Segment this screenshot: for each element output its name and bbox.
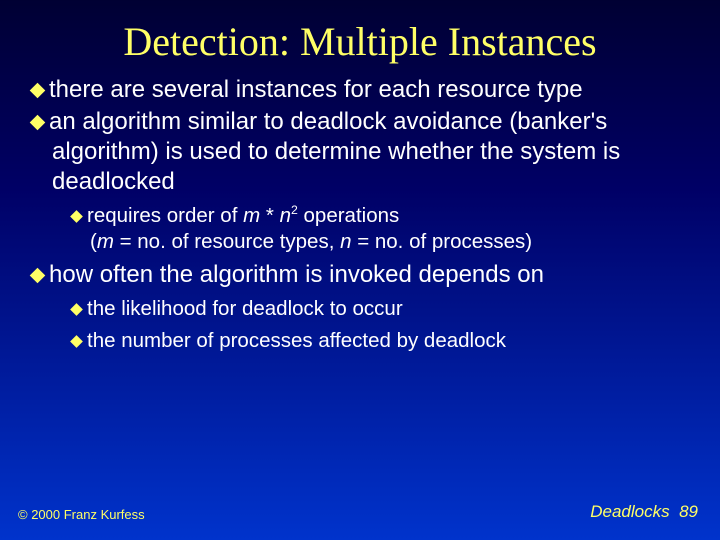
bullet-item: there are several instances for each res… bbox=[52, 75, 692, 105]
bullet-text: = no. of resource types, bbox=[114, 230, 340, 253]
bullet-text: requires order of bbox=[87, 204, 243, 227]
slide: Detection: Multiple Instances there are … bbox=[0, 0, 720, 540]
diamond-icon bbox=[70, 335, 83, 348]
bullet-item: an algorithm similar to deadlock avoidan… bbox=[52, 107, 692, 197]
slide-title: Detection: Multiple Instances bbox=[0, 0, 720, 75]
var-m: m bbox=[243, 204, 266, 227]
footer-pagenum: 89 bbox=[679, 502, 698, 521]
paren-open: ( bbox=[90, 230, 97, 253]
bullet-text: * bbox=[266, 204, 280, 227]
var-m: m bbox=[97, 230, 114, 253]
diamond-icon bbox=[70, 210, 83, 223]
diamond-icon bbox=[30, 83, 46, 99]
bullet-text: the likelihood for deadlock to occur bbox=[87, 297, 403, 320]
diamond-icon bbox=[30, 268, 46, 284]
bullet-text: the number of processes affected by dead… bbox=[87, 329, 506, 352]
footer-copyright: © 2000 Franz Kurfess bbox=[18, 507, 145, 522]
var-n: n bbox=[280, 204, 291, 227]
bullet-item: how often the algorithm is invoked depen… bbox=[52, 260, 692, 290]
bullet-text: = no. of processes) bbox=[352, 230, 533, 253]
footer-page: Deadlocks 89 bbox=[590, 502, 698, 522]
bullet-text: operations bbox=[298, 204, 399, 227]
sub-bullet-item: requires order of m * n2 operations (m =… bbox=[50, 203, 692, 254]
slide-content: there are several instances for each res… bbox=[0, 75, 720, 354]
bullet-text: there are several instances for each res… bbox=[49, 76, 583, 103]
exponent: 2 bbox=[291, 203, 298, 217]
bullet-text: an algorithm similar to deadlock avoidan… bbox=[49, 108, 620, 195]
diamond-icon bbox=[30, 115, 46, 131]
diamond-icon bbox=[70, 303, 83, 316]
sub-bullet-item: the likelihood for deadlock to occur bbox=[50, 296, 692, 322]
footer-topic: Deadlocks bbox=[590, 502, 669, 521]
sub-bullet-item: the number of processes affected by dead… bbox=[50, 328, 692, 354]
var-n: n bbox=[340, 230, 351, 253]
bullet-text: how often the algorithm is invoked depen… bbox=[49, 261, 544, 288]
